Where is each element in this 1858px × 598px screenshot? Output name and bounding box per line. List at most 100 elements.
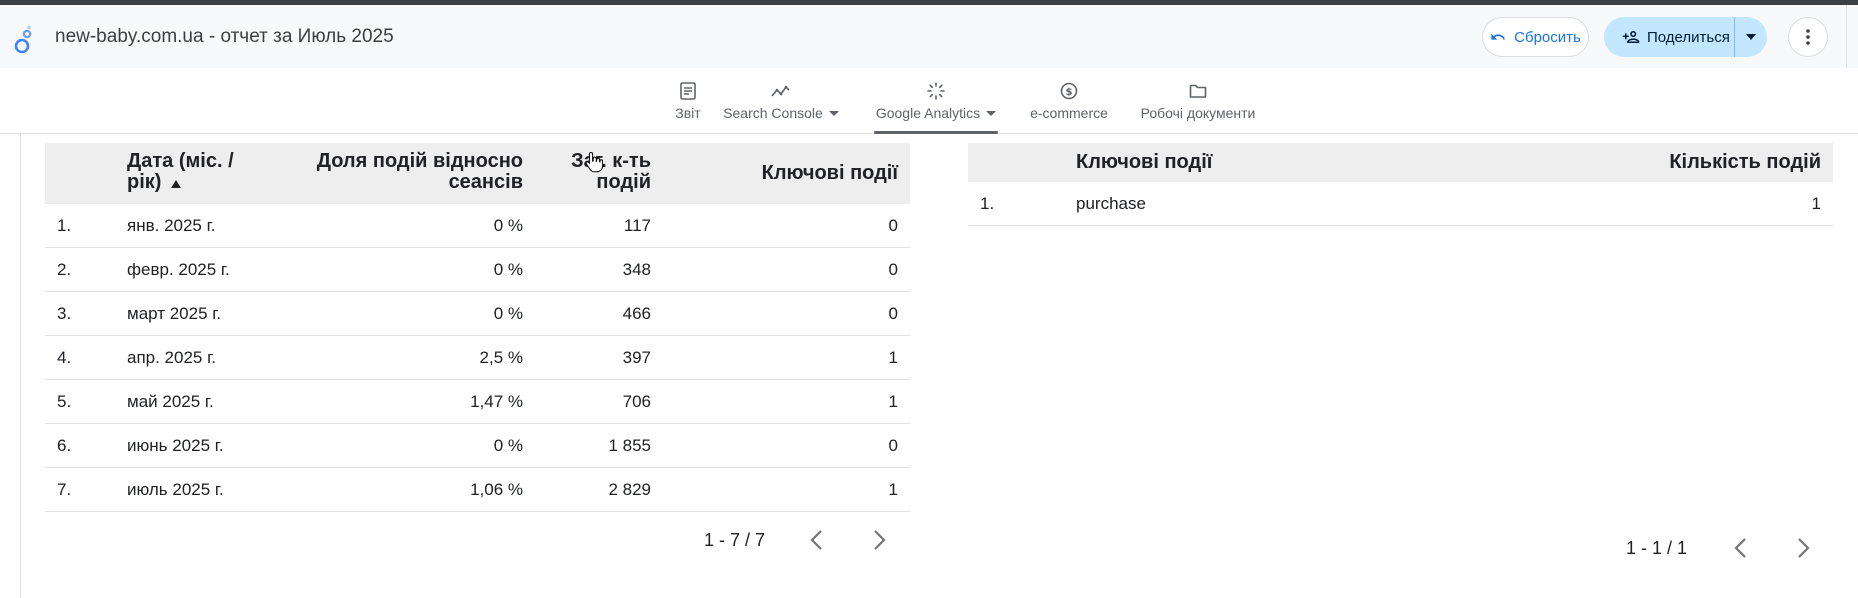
more-options-button[interactable] (1788, 17, 1828, 57)
sort-ascending-icon (171, 180, 182, 188)
chevron-right-icon (1798, 538, 1810, 558)
key-events-cell: 0 (888, 216, 898, 235)
tab-working-docs-label: Робочі документи (1140, 105, 1256, 121)
total-count-cell: 1 855 (608, 436, 651, 455)
active-tab-indicator (874, 131, 998, 134)
undo-icon (1491, 33, 1506, 40)
share-cell: 1,47 % (470, 392, 523, 411)
event-count-cell: 1 (1811, 194, 1821, 213)
share-button[interactable]: Поделиться (1604, 17, 1735, 57)
tab-search-console-label: Search Console (723, 105, 823, 121)
column-header-key-events[interactable]: Ключові події (1076, 152, 1212, 173)
column-header-event-count[interactable]: Кількість подій (1528, 152, 1821, 173)
chevron-left-icon (1734, 538, 1746, 558)
share-cell: 1,06 % (470, 480, 523, 499)
svg-text:$: $ (1066, 87, 1073, 98)
total-count-cell: 397 (622, 348, 651, 367)
date-cell: март 2025 г. (127, 304, 222, 323)
table-body: 1. янв. 2025 г. 0 % 117 0 2. февр. 2025 г. 0 % 3… (45, 204, 910, 512)
folder-icon (1189, 84, 1207, 98)
tab-working-docs[interactable]: Робочі документи (1138, 68, 1258, 134)
table-row[interactable]: 5. май 2025 г. 1,47 % 706 1 (45, 380, 910, 424)
table-row[interactable]: 3. март 2025 г. 0 % 466 0 (45, 292, 910, 336)
previous-page-button[interactable] (1728, 536, 1752, 560)
row-number: 4. (57, 348, 72, 367)
tab-search-console[interactable]: Search Console (723, 68, 839, 134)
column-header-date[interactable]: Дата (міс. / рік) (127, 151, 267, 193)
tab-report[interactable]: Звіт (664, 68, 712, 134)
key-events-cell: 0 (888, 260, 898, 279)
table-row[interactable]: 1. purchase 1 (968, 182, 1833, 226)
row-number: 2. (57, 260, 72, 279)
table-row[interactable]: 4. апр. 2025 г. 2,5 % 397 1 (45, 336, 910, 380)
column-header-share[interactable]: Доля подій відносно сеансів (295, 151, 523, 193)
date-cell: февр. 2025 г. (127, 260, 230, 279)
trend-icon (771, 85, 790, 97)
date-cell: апр. 2025 г. (127, 348, 216, 367)
share-button-label: Поделиться (1647, 28, 1730, 46)
total-count-cell: 2 829 (608, 480, 651, 499)
pagination: 1 - 1 / 1 (1626, 538, 1687, 559)
reset-button-label: Сбросить (1514, 28, 1581, 46)
report-icon (680, 82, 696, 100)
share-cell: 0 % (493, 304, 523, 323)
dropdown-arrow-icon (828, 110, 839, 116)
table-header: Ключові події Кількість подій (968, 143, 1833, 182)
row-number: 3. (57, 304, 72, 323)
row-number: 7. (57, 480, 72, 499)
looker-studio-logo-icon (14, 25, 32, 54)
page-navigation: Звіт Search Console Google Analytics $ e… (0, 68, 1858, 134)
pagination-range: 1 - 7 / 7 (704, 530, 766, 550)
total-count-cell: 117 (623, 216, 651, 235)
monthly-events-table: Дата (міс. / рік) Доля подій відносно се… (45, 143, 910, 550)
table-row[interactable]: 6. июнь 2025 г. 0 % 1 855 0 (45, 424, 910, 468)
row-number: 6. (57, 436, 72, 455)
tab-e-commerce[interactable]: $ e-commerce (1029, 68, 1109, 134)
dollar-icon: $ (1060, 82, 1078, 100)
key-events-cell: 1 (888, 480, 898, 499)
key-events-cell: 0 (888, 304, 898, 323)
next-page-button[interactable] (1792, 536, 1816, 560)
tab-report-label: Звіт (675, 105, 701, 121)
row-number: 1. (57, 216, 72, 235)
date-cell: май 2025 г. (127, 392, 214, 411)
sparkle-icon (927, 82, 945, 100)
pagination: 1 - 7 / 7 (704, 530, 765, 551)
add-person-icon (1622, 31, 1640, 43)
hand-cursor-icon (585, 151, 603, 173)
table-body: 1. purchase 1 (968, 182, 1833, 226)
total-count-cell: 706 (622, 392, 651, 411)
previous-page-button[interactable] (804, 528, 828, 552)
row-number: 5. (57, 392, 72, 411)
tab-google-analytics-label: Google Analytics (875, 105, 981, 121)
chevron-left-icon (810, 530, 822, 550)
table-row[interactable]: 2. февр. 2025 г. 0 % 348 0 (45, 248, 910, 292)
report-header: new-baby.com.ua - отчет за Июль 2025 Сбр… (0, 5, 1858, 68)
key-events-cell: 0 (888, 436, 898, 455)
next-page-button[interactable] (868, 528, 892, 552)
table-header: Дата (міс. / рік) Доля подій відносно се… (45, 143, 910, 204)
date-cell: июнь 2025 г. (127, 436, 224, 455)
reset-button[interactable]: Сбросить (1482, 17, 1589, 57)
tab-google-analytics[interactable]: Google Analytics (874, 68, 998, 134)
share-cell: 0 % (493, 260, 523, 279)
key-events-cell: 1 (888, 392, 898, 411)
report-title[interactable]: new-baby.com.ua - отчет за Июль 2025 (55, 26, 394, 48)
header-divider (1846, 5, 1847, 68)
share-options-dropdown[interactable] (1735, 17, 1767, 57)
row-number: 1. (980, 194, 995, 213)
total-count-cell: 466 (622, 304, 651, 323)
key-events-cell: 1 (888, 348, 898, 367)
event-name-cell: purchase (1076, 194, 1146, 213)
table-row[interactable]: 7. июль 2025 г. 1,06 % 2 829 1 (45, 468, 910, 512)
share-cell: 0 % (493, 436, 523, 455)
column-header-key-events[interactable]: Ключові події (745, 163, 898, 184)
table-row[interactable]: 1. янв. 2025 г. 0 % 117 0 (45, 204, 910, 248)
canvas-border (20, 134, 21, 598)
date-cell: янв. 2025 г. (127, 216, 216, 235)
total-count-cell: 348 (622, 260, 651, 279)
tab-e-commerce-label: e-commerce (1030, 105, 1108, 121)
dropdown-arrow-icon (986, 110, 997, 116)
share-cell: 2,5 % (479, 348, 523, 367)
more-vert-icon (1806, 29, 1810, 45)
